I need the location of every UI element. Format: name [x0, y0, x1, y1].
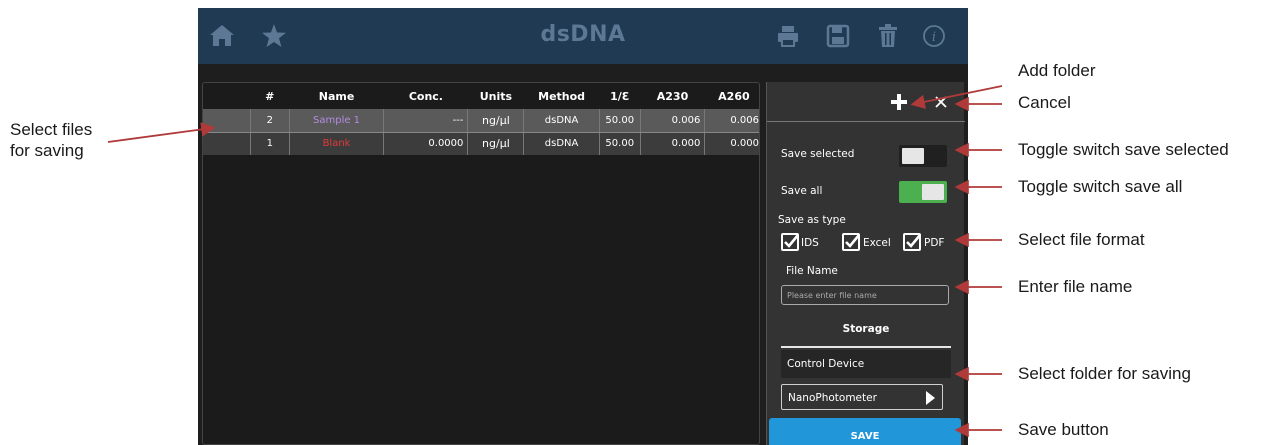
- chevron-right-icon: [924, 390, 936, 411]
- save-all-toggle[interactable]: [899, 181, 947, 203]
- trash-icon[interactable]: [872, 20, 904, 52]
- cell-factor: 50.00: [598, 132, 641, 155]
- save-button[interactable]: SAVE: [769, 418, 961, 445]
- cell-name: Blank: [288, 132, 384, 155]
- folder-label: NanoPhotometer: [788, 392, 877, 404]
- column-header-select: [203, 83, 250, 109]
- plus-icon[interactable]: [889, 92, 909, 112]
- type-label-ids: IDS: [801, 237, 819, 249]
- annotation-toggle-selected: Toggle switch save selected: [1018, 140, 1229, 159]
- table-row[interactable]: 1 Blank 0.0000 ng/μl dsDNA 50.00 0.000 0…: [203, 132, 759, 155]
- control-device-item[interactable]: Control Device: [781, 350, 951, 378]
- table-header-row: # Name Conc. Units Method 1/Ɛ A230 A260: [203, 83, 759, 109]
- arrow-select-files: [107, 122, 216, 143]
- save-selected-label: Save selected: [781, 148, 855, 160]
- file-name-label: File Name: [786, 265, 838, 277]
- column-header: A260: [718, 89, 750, 103]
- toggle-knob: [902, 148, 924, 164]
- column-header: Conc.: [408, 89, 443, 103]
- results-table: # Name Conc. Units Method 1/Ɛ A230 A260 …: [203, 83, 759, 155]
- file-name-input[interactable]: [781, 285, 949, 305]
- cell-a230: 0.006: [639, 109, 705, 133]
- info-icon[interactable]: i: [918, 20, 950, 52]
- table-row[interactable]: 2 Sample 1 --- ng/μl dsDNA 50.00 0.006 0…: [203, 109, 759, 133]
- cell-method: dsDNA: [523, 109, 600, 133]
- row-select-cell[interactable]: [203, 132, 251, 155]
- cell-conc: 0.0000: [383, 132, 468, 155]
- annotation-select-files-line2: for saving: [10, 141, 84, 160]
- cell-num: 2: [249, 109, 290, 133]
- device-screen: dsDNA i # Name Conc. Units Method 1/Ɛ A2…: [198, 8, 968, 445]
- save-panel-header: [767, 82, 965, 122]
- annotation-file-format: Select file format: [1018, 230, 1145, 249]
- annotation-toggle-all: Toggle switch save all: [1018, 177, 1183, 196]
- save-selected-toggle[interactable]: [899, 145, 947, 167]
- svg-text:i: i: [932, 30, 936, 45]
- cell-units: ng/μl: [467, 109, 524, 133]
- cell-name: Sample 1: [288, 109, 384, 133]
- cell-conc: ---: [383, 109, 468, 133]
- column-header: 1/Ɛ: [610, 89, 630, 103]
- close-icon[interactable]: [933, 94, 949, 110]
- toggle-knob: [922, 184, 944, 200]
- column-header: Name: [318, 89, 355, 103]
- type-label-pdf: PDF: [924, 237, 945, 249]
- annotation-file-name: Enter file name: [1018, 277, 1133, 296]
- print-icon[interactable]: [772, 20, 804, 52]
- checkbox-pdf[interactable]: [903, 233, 922, 251]
- cell-a260: 0.006: [704, 109, 759, 133]
- cell-method: dsDNA: [523, 132, 600, 155]
- annotation-cancel: Cancel: [1018, 93, 1071, 112]
- cell-factor: 50.00: [598, 109, 641, 133]
- save-as-type-label: Save as type: [778, 214, 846, 226]
- row-select-cell[interactable]: [203, 109, 251, 133]
- checkbox-excel[interactable]: [842, 233, 861, 251]
- save-panel: Save selected Save all Save as type IDS …: [766, 82, 965, 445]
- column-header: #: [265, 89, 275, 103]
- annotation-save-button: Save button: [1018, 420, 1109, 439]
- save-all-label: Save all: [781, 185, 823, 197]
- cell-num: 1: [249, 132, 290, 155]
- annotation-add-folder: Add folder: [1018, 61, 1096, 80]
- column-header: Units: [479, 89, 513, 103]
- type-label-excel: Excel: [863, 237, 891, 249]
- control-device-label: Control Device: [787, 358, 865, 370]
- storage-divider: [781, 346, 951, 348]
- folder-item-nanophotometer[interactable]: NanoPhotometer: [781, 384, 943, 410]
- annotation-folder: Select folder for saving: [1018, 364, 1191, 383]
- cell-units: ng/μl: [467, 132, 524, 155]
- cell-a230: 0.000: [639, 132, 705, 155]
- results-table-panel: # Name Conc. Units Method 1/Ɛ A230 A260 …: [202, 82, 760, 445]
- checkbox-ids[interactable]: [781, 233, 800, 251]
- cell-a260: 0.000: [704, 132, 759, 155]
- column-header: A230: [656, 89, 689, 103]
- save-disk-icon[interactable]: [822, 20, 854, 52]
- storage-label: Storage: [842, 323, 890, 335]
- column-header: Method: [538, 89, 586, 103]
- annotation-select-files: Select files: [10, 120, 93, 139]
- top-bar: dsDNA i: [198, 8, 968, 64]
